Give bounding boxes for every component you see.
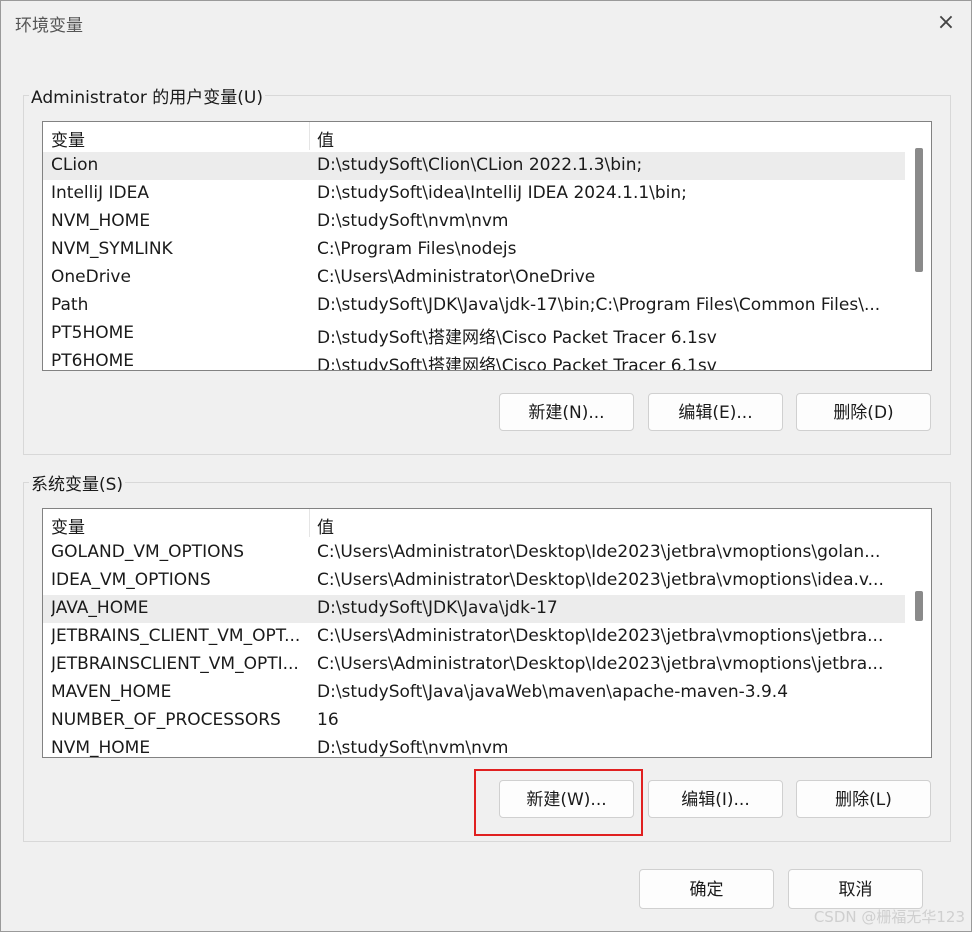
table-row[interactable]: JETBRAINSCLIENT_VM_OPTI... C:\Users\Admin…: [43, 651, 905, 679]
system-variables-rows: GOLAND_VM_OPTIONS C:\Users\Administrator\…: [43, 539, 905, 758]
variable-value: D:\studySoft\JDK\Java\jdk-17\bin;C:\Prog…: [317, 295, 881, 315]
variable-name: OneDrive: [51, 267, 131, 287]
user-variables-rows: CLion D:\studySoft\Clion\CLion 2022.1.3\b…: [43, 152, 905, 371]
table-row[interactable]: JETBRAINS_CLIENT_VM_OPT... C:\Users\Admin…: [43, 623, 905, 651]
variable-value: D:\studySoft\nvm\nvm: [317, 738, 509, 758]
table-row[interactable]: NUMBER_OF_PROCESSORS 16: [43, 707, 905, 735]
variable-name: NUMBER_OF_PROCESSORS: [51, 710, 281, 730]
table-row[interactable]: CLion D:\studySoft\Clion\CLion 2022.1.3\b…: [43, 152, 905, 180]
variable-name: CLion: [51, 155, 99, 175]
variable-name: MAVEN_HOME: [51, 682, 172, 702]
system-variables-list[interactable]: 变量 值 GOLAND_VM_OPTIONS C:\Users\Administr…: [42, 508, 932, 758]
column-header-name[interactable]: 变量: [51, 126, 85, 151]
variable-name: Path: [51, 295, 89, 315]
variable-value: D:\studySoft\搭建网络\Cisco Packet Tracer 6.…: [317, 356, 717, 371]
variable-name: NVM_HOME: [51, 738, 151, 758]
table-row[interactable]: IntelliJ IDEA D:\studySoft\idea\IntelliJ …: [43, 180, 905, 208]
variable-value: C:\Users\Administrator\Desktop\Ide2023\j…: [317, 626, 884, 646]
variable-name: PT5HOME: [51, 323, 135, 343]
user-variables-label: Administrator 的用户变量(U): [29, 83, 265, 108]
ok-button[interactable]: 确定: [639, 869, 774, 909]
user-variables-header: 变量 值: [43, 122, 905, 151]
watermark: CSDN @栅福无华123: [813, 908, 965, 926]
user-new-button[interactable]: 新建(N)...: [499, 393, 634, 431]
table-row[interactable]: MAVEN_HOME D:\studySoft\Java\javaWeb\mave…: [43, 679, 905, 707]
column-header-value[interactable]: 值: [317, 513, 334, 538]
table-row[interactable]: GOLAND_VM_OPTIONS C:\Users\Administrator\…: [43, 539, 905, 567]
column-header-name[interactable]: 变量: [51, 513, 85, 538]
table-row[interactable]: JAVA_HOME D:\studySoft\JDK\Java\jdk-17: [43, 595, 905, 623]
system-variables-scrollbar[interactable]: [905, 509, 931, 757]
variable-name: JETBRAINS_CLIENT_VM_OPT...: [51, 626, 301, 646]
user-variables-list[interactable]: 变量 值 CLion D:\studySoft\Clion\CLion 2022.…: [42, 121, 932, 371]
column-divider[interactable]: [309, 509, 310, 537]
variable-name: JAVA_HOME: [51, 598, 149, 618]
variable-name: IntelliJ IDEA: [51, 183, 149, 203]
variable-name: GOLAND_VM_OPTIONS: [51, 542, 245, 562]
variable-name: NVM_HOME: [51, 211, 151, 231]
variable-value: C:\Users\Administrator\Desktop\Ide2023\j…: [317, 654, 884, 674]
table-row[interactable]: PT6HOME D:\studySoft\搭建网络\Cisco Packet Tr…: [43, 348, 905, 371]
scrollbar-thumb[interactable]: [915, 148, 923, 272]
variable-value: D:\studySoft\搭建网络\Cisco Packet Tracer 6.…: [317, 328, 717, 348]
variable-name: JETBRAINSCLIENT_VM_OPTI...: [51, 654, 299, 674]
table-row[interactable]: NVM_HOME D:\studySoft\nvm\nvm: [43, 735, 905, 758]
column-header-value[interactable]: 值: [317, 126, 334, 151]
table-row[interactable]: PT5HOME D:\studySoft\搭建网络\Cisco Packet Tr…: [43, 320, 905, 348]
variable-value: C:\Users\Administrator\Desktop\Ide2023\j…: [317, 570, 884, 590]
column-divider[interactable]: [309, 122, 310, 150]
variable-name: PT6HOME: [51, 351, 135, 371]
cancel-button[interactable]: 取消: [788, 869, 923, 909]
variable-value: 16: [317, 710, 339, 730]
variable-value: D:\studySoft\Clion\CLion 2022.1.3\bin;: [317, 155, 643, 175]
variable-value: D:\studySoft\idea\IntelliJ IDEA 2024.1.1…: [317, 183, 687, 203]
user-variables-scrollbar[interactable]: [905, 122, 931, 370]
variable-name: NVM_SYMLINK: [51, 239, 173, 259]
table-row[interactable]: NVM_SYMLINK C:\Program Files\nodejs: [43, 236, 905, 264]
dialog-title: 环境变量: [15, 16, 83, 36]
system-edit-button[interactable]: 编辑(I)...: [648, 780, 783, 818]
close-icon[interactable]: ×: [931, 9, 961, 39]
highlight-box: [474, 769, 643, 836]
user-delete-button[interactable]: 删除(D): [796, 393, 931, 431]
scrollbar-thumb[interactable]: [915, 591, 923, 621]
variable-value: D:\studySoft\Java\javaWeb\maven\apache-m…: [317, 682, 789, 702]
variable-value: C:\Program Files\nodejs: [317, 239, 517, 259]
table-row[interactable]: Path D:\studySoft\JDK\Java\jdk-17\bin;C:\…: [43, 292, 905, 320]
variable-value: D:\studySoft\JDK\Java\jdk-17: [317, 598, 558, 618]
table-row[interactable]: OneDrive C:\Users\Administrator\OneDrive: [43, 264, 905, 292]
user-edit-button[interactable]: 编辑(E)...: [648, 393, 783, 431]
table-row[interactable]: IDEA_VM_OPTIONS C:\Users\Administrator\De…: [43, 567, 905, 595]
system-delete-button[interactable]: 删除(L): [796, 780, 931, 818]
system-variables-header: 变量 值: [43, 509, 905, 538]
variable-value: C:\Users\Administrator\OneDrive: [317, 267, 596, 287]
system-variables-label: 系统变量(S): [29, 470, 126, 495]
table-row[interactable]: NVM_HOME D:\studySoft\nvm\nvm: [43, 208, 905, 236]
variable-value: C:\Users\Administrator\Desktop\Ide2023\j…: [317, 542, 881, 562]
variable-name: IDEA_VM_OPTIONS: [51, 570, 211, 590]
variable-value: D:\studySoft\nvm\nvm: [317, 211, 509, 231]
environment-variables-dialog: 环境变量 × Administrator 的用户变量(U) 变量 值 CLion…: [0, 0, 972, 932]
